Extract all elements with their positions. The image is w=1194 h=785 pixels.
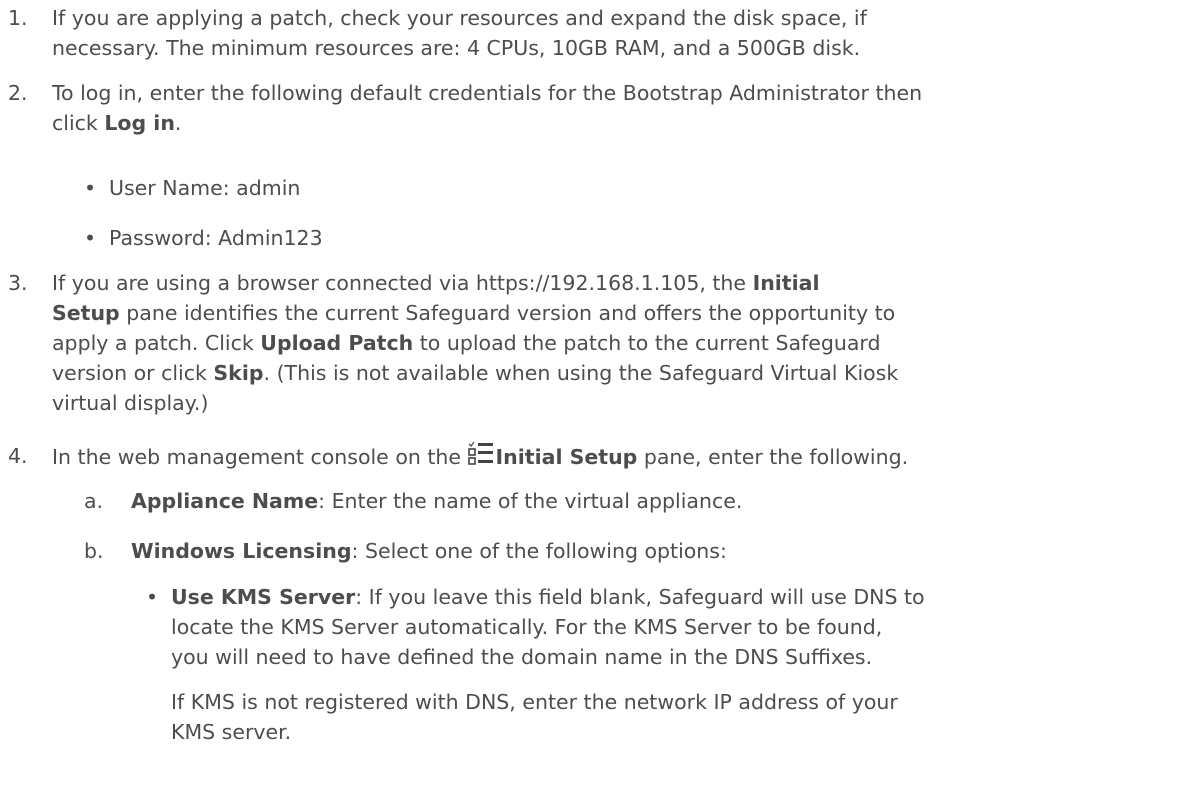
bullet: • — [84, 176, 97, 200]
username-text: User Name: admin — [109, 176, 301, 200]
skip-label: Skip — [213, 361, 264, 385]
list-item-use-kms-server: • Use KMS Server: If you leave this fiel… — [146, 582, 1186, 747]
step-3: 3. If you are using a browser connected … — [8, 268, 1188, 418]
step-4: 4. In the web management console on the … — [8, 441, 1188, 472]
initial-setup-icon — [467, 441, 493, 465]
upload-patch-label: Upload Patch — [260, 331, 414, 355]
step-2: 2. To log in, enter the following defaul… — [8, 78, 1188, 138]
step-2-line-2: click Log in. — [52, 111, 182, 135]
step-1-line-1: If you are applying a patch, check your … — [52, 6, 867, 30]
step-number: 4. — [8, 444, 28, 468]
list-item-windows-licensing: b. Windows Licensing: Select one of the … — [84, 539, 727, 563]
bullet: • — [84, 226, 97, 250]
step-1-line-2: necessary. The minimum resources are: 4 … — [52, 36, 861, 60]
step-2-line-1: To log in, enter the following default c… — [52, 81, 923, 105]
step-number: 2. — [8, 81, 28, 105]
step-number: 1. — [8, 6, 28, 30]
list-item-password: • Password: Admin123 — [84, 223, 323, 253]
log-in-label: Log in — [104, 111, 175, 135]
bullet: • — [146, 585, 159, 609]
password-text: Password: Admin123 — [109, 226, 323, 250]
step-1: 1. If you are applying a patch, check yo… — [8, 3, 1188, 63]
list-item-username: • User Name: admin — [84, 173, 300, 203]
list-item-appliance-name: a. Appliance Name: Enter the name of the… — [84, 489, 743, 513]
step-number: 3. — [8, 271, 28, 295]
